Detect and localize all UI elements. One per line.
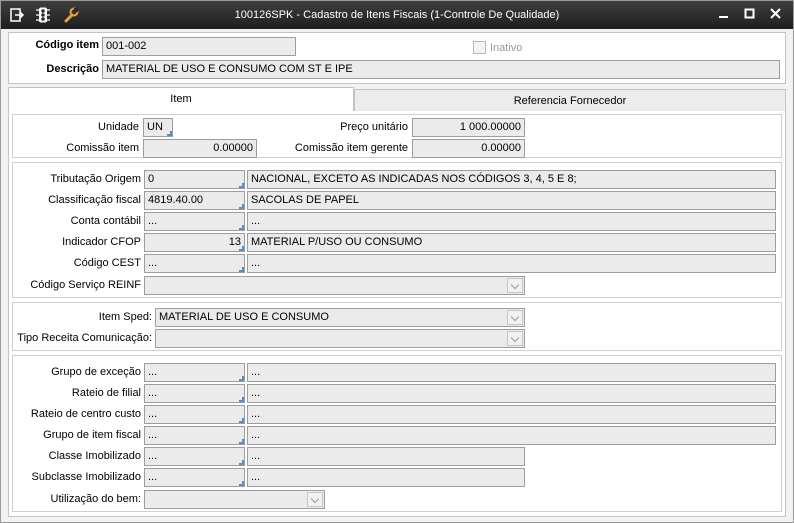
subclasse-imobilizado-desc-field[interactable]: ... xyxy=(247,468,525,487)
item-sped-label: Item Sped: xyxy=(98,311,152,323)
inativo-label: Inativo xyxy=(490,42,523,54)
classificacao-desc-field[interactable]: SACOLAS DE PAPEL xyxy=(247,191,776,210)
comissao-item-label: Comissão item xyxy=(66,142,139,154)
chevron-down-icon[interactable] xyxy=(307,492,323,507)
utilizacao-bem-select[interactable] xyxy=(144,490,325,509)
classe-imobilizado-label: Classe Imobilizado xyxy=(48,450,141,462)
header-panel: Código item 001-002 Inativo Descrição MA… xyxy=(8,32,786,84)
minimize-icon[interactable] xyxy=(713,6,735,22)
inativo-checkbox[interactable] xyxy=(473,41,486,54)
tributacao-label: Tributação Origem xyxy=(50,173,141,185)
comissao-gerente-label: Comissão item gerente xyxy=(294,142,408,154)
close-icon[interactable] xyxy=(765,6,787,22)
export-icon[interactable] xyxy=(9,7,25,23)
maximize-icon[interactable] xyxy=(739,6,761,22)
descricao-field[interactable]: MATERIAL DE USO E CONSUMO COM ST E IPE xyxy=(102,60,780,79)
subclasse-imobilizado-label: Subclasse Imobilizado xyxy=(31,471,141,483)
rateio-filial-label: Rateio de filial xyxy=(71,387,141,399)
rateio-cc-label: Rateio de centro custo xyxy=(30,408,141,420)
comissao-gerente-field[interactable]: 0.00000 xyxy=(412,139,525,158)
tributacao-desc-field[interactable]: NACIONAL, EXCETO AS INDICADAS NOS CÓDIGO… xyxy=(247,170,776,189)
comissao-item-field[interactable]: 0.00000 xyxy=(143,139,257,158)
title-bar: 100126SPK - Cadastro de Itens Fiscais (1… xyxy=(1,1,793,29)
tab-referencia-fornecedor[interactable]: Referencia Fornecedor xyxy=(354,89,786,113)
cfop-label: Indicador CFOP xyxy=(62,236,141,248)
cest-code-field[interactable]: ... xyxy=(144,254,245,273)
tributacao-code-field[interactable]: 0 xyxy=(144,170,245,189)
rateio-cc-desc-field[interactable]: ... xyxy=(247,405,776,424)
classe-imobilizado-code-field[interactable]: ... xyxy=(144,447,245,466)
rateio-filial-desc-field[interactable]: ... xyxy=(247,384,776,403)
classe-imobilizado-desc-field[interactable]: ... xyxy=(247,447,525,466)
utilizacao-bem-label: Utilização do bem: xyxy=(50,493,142,505)
grupo-section: Grupo de exceção ... ... Rateio de filia… xyxy=(12,355,782,512)
classificacao-label: Classificação fiscal xyxy=(48,194,141,206)
cest-desc-field[interactable]: ... xyxy=(247,254,776,273)
classificacao-code-field[interactable]: 4819.40.00 xyxy=(144,191,245,210)
conta-contabil-desc-field[interactable]: ... xyxy=(247,212,776,231)
grupo-item-fiscal-code-field[interactable]: ... xyxy=(144,426,245,445)
grupo-excecao-label: Grupo de exceção xyxy=(51,366,141,378)
tab-item[interactable]: Item xyxy=(8,87,354,111)
fiscal-section: Tributação Origem 0 NACIONAL, EXCETO AS … xyxy=(12,162,782,298)
conta-contabil-label: Conta contábil xyxy=(70,215,141,227)
grupo-item-fiscal-label: Grupo de item fiscal xyxy=(43,429,141,441)
codigo-item-label: Código item xyxy=(35,39,99,51)
rateio-cc-code-field[interactable]: ... xyxy=(144,405,245,424)
preco-unitario-field[interactable]: 1 000.00000 xyxy=(412,118,525,137)
descricao-label: Descrição xyxy=(46,63,99,75)
sped-section: Item Sped: MATERIAL DE USO E CONSUMO Tip… xyxy=(12,302,782,351)
window-title: 100126SPK - Cadastro de Itens Fiscais (1… xyxy=(234,9,560,21)
preco-unitario-label: Preço unitário xyxy=(340,121,408,133)
tipo-receita-select[interactable] xyxy=(155,329,525,348)
grupo-item-fiscal-desc-field[interactable]: ... xyxy=(247,426,776,445)
rateio-filial-code-field[interactable]: ... xyxy=(144,384,245,403)
subclasse-imobilizado-code-field[interactable]: ... xyxy=(144,468,245,487)
grupo-excecao-desc-field[interactable]: ... xyxy=(247,363,776,382)
grupo-excecao-code-field[interactable]: ... xyxy=(144,363,245,382)
traffic-light-icon[interactable] xyxy=(35,7,51,23)
conta-contabil-code-field[interactable]: ... xyxy=(144,212,245,231)
unidade-field[interactable]: UN xyxy=(143,118,173,137)
tab-content: Unidade UN Preço unitário 1 000.00000 Co… xyxy=(8,111,786,517)
unidade-label: Unidade xyxy=(98,121,139,133)
reinf-select[interactable] xyxy=(144,276,525,295)
main-window: 100126SPK - Cadastro de Itens Fiscais (1… xyxy=(0,0,794,523)
chevron-down-icon[interactable] xyxy=(507,310,523,325)
chevron-down-icon[interactable] xyxy=(507,331,523,346)
price-section: Unidade UN Preço unitário 1 000.00000 Co… xyxy=(12,114,782,158)
cfop-code-field[interactable]: 13 xyxy=(144,233,245,252)
cfop-desc-field[interactable]: MATERIAL P/USO OU CONSUMO xyxy=(247,233,776,252)
codigo-item-field[interactable]: 001-002 xyxy=(102,37,296,56)
chevron-down-icon[interactable] xyxy=(507,278,523,293)
reinf-label: Código Serviço REINF xyxy=(30,279,141,291)
tipo-receita-label: Tipo Receita Comunicação: xyxy=(17,332,152,344)
item-sped-select[interactable]: MATERIAL DE USO E CONSUMO xyxy=(155,308,525,327)
wrench-icon[interactable] xyxy=(63,7,79,23)
cest-label: Código CEST xyxy=(73,257,141,269)
